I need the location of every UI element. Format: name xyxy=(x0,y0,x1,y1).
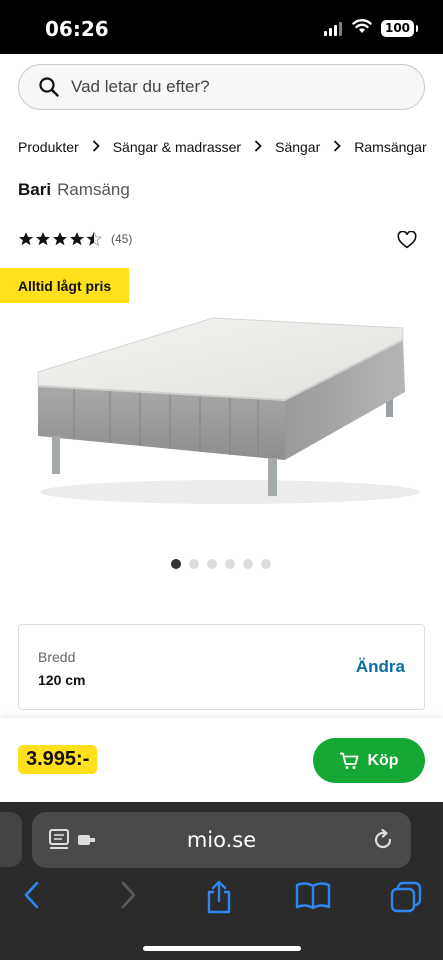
carousel-dot[interactable] xyxy=(243,559,253,569)
buy-button[interactable]: Köp xyxy=(313,738,425,783)
forward-icon[interactable] xyxy=(118,880,138,910)
star-icon xyxy=(52,232,68,246)
bookmarks-icon[interactable] xyxy=(295,880,331,910)
breadcrumb: Produkter Sängar & madrasser Sängar Rams… xyxy=(18,139,443,155)
chevron-right-icon xyxy=(254,139,262,155)
product-image[interactable] xyxy=(0,300,443,540)
status-time: 06:26 xyxy=(45,17,109,41)
chevron-right-icon xyxy=(92,139,100,155)
browser-bottom-bar: mio.se xyxy=(0,802,443,960)
change-option-link[interactable]: Ändra xyxy=(356,657,405,677)
home-indicator xyxy=(143,946,301,951)
image-carousel-dots[interactable] xyxy=(171,559,271,569)
product-title: Bari Ramsäng xyxy=(18,180,130,200)
product-type: Ramsäng xyxy=(57,180,130,199)
status-bar: 06:26 100 xyxy=(0,0,443,54)
search-bar[interactable] xyxy=(18,64,425,110)
reload-icon[interactable] xyxy=(371,828,395,852)
url-text: mio.se xyxy=(186,828,257,852)
width-option-card[interactable]: Bredd 120 cm Ändra xyxy=(18,624,425,710)
star-icon xyxy=(18,232,34,246)
product-rating[interactable]: (45) xyxy=(18,231,132,247)
address-bar[interactable]: mio.se xyxy=(32,812,411,868)
cart-icon xyxy=(340,752,359,769)
breadcrumb-item-sangar[interactable]: Sängar xyxy=(275,139,320,155)
wifi-icon xyxy=(352,19,372,33)
tabs-icon[interactable] xyxy=(389,880,423,914)
review-count: (45) xyxy=(111,232,133,246)
carousel-dot[interactable] xyxy=(171,559,181,569)
breadcrumb-item-ramsangar[interactable]: Ramsängar xyxy=(354,139,426,155)
star-icon xyxy=(69,232,85,246)
back-icon[interactable] xyxy=(22,880,42,910)
browser-toolbar xyxy=(0,872,443,922)
price-badge: Alltid lågt pris xyxy=(0,268,129,303)
option-value: 120 cm xyxy=(38,672,86,688)
share-icon[interactable] xyxy=(204,880,234,914)
product-brand: Bari xyxy=(18,180,52,199)
carousel-dot[interactable] xyxy=(189,559,199,569)
battery-indicator: 100 xyxy=(381,20,418,37)
star-half-icon xyxy=(86,231,102,247)
carousel-dot[interactable] xyxy=(207,559,217,569)
bed-illustration xyxy=(37,317,420,504)
star-icon xyxy=(35,232,51,246)
carousel-dot[interactable] xyxy=(261,559,271,569)
option-label: Bredd xyxy=(38,649,76,665)
buy-bar: 3.995:- Köp xyxy=(0,718,443,802)
cellular-signal-icon xyxy=(324,22,342,36)
breadcrumb-item-produkter[interactable]: Produkter xyxy=(18,139,79,155)
carousel-dot[interactable] xyxy=(225,559,235,569)
buy-button-label: Köp xyxy=(367,751,399,769)
search-input[interactable] xyxy=(71,77,391,97)
heart-icon[interactable] xyxy=(397,231,417,249)
breadcrumb-item-sangar-madrasser[interactable]: Sängar & madrasser xyxy=(113,139,241,155)
previous-tab-preview[interactable] xyxy=(0,812,22,867)
search-icon xyxy=(39,77,59,97)
chevron-right-icon xyxy=(333,139,342,155)
price-tag: 3.995:- xyxy=(18,745,98,774)
